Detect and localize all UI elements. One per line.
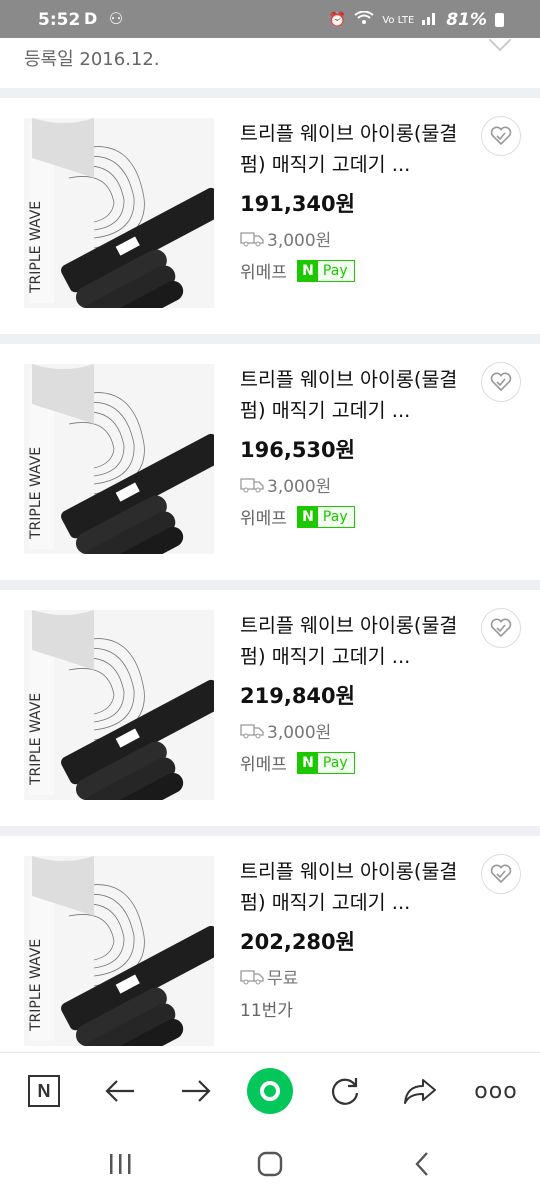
registration-row: 등록일 2016.12. xyxy=(0,28,540,90)
shipping-info: 3,000원 xyxy=(240,718,331,743)
divider xyxy=(0,88,540,98)
share-arrow-icon xyxy=(404,1079,436,1104)
wishlist-button[interactable] xyxy=(481,854,521,894)
npay-n-logo: N xyxy=(297,260,318,281)
heart-icon xyxy=(490,372,512,392)
heart-icon xyxy=(490,126,512,146)
product-price: 191,340원 xyxy=(240,192,355,216)
product-title[interactable]: 트리플 웨이브 아이롱(물결펌) 매직기 고데기 ... xyxy=(240,364,475,426)
shipping-fee: 무료 xyxy=(267,969,299,989)
store-name: 11번가 xyxy=(240,1001,293,1021)
product-thumbnail[interactable]: TRIPLE WAVE xyxy=(24,610,214,800)
home-icon xyxy=(257,1151,283,1177)
product-card[interactable]: TRIPLE WAVE 트리플 웨이브 아이롱(물결펌) 매직기 고데기 ...… xyxy=(0,590,540,826)
product-title[interactable]: 트리플 웨이브 아이롱(물결펌) 매직기 고데기 ... xyxy=(240,118,475,180)
wishlist-button[interactable] xyxy=(481,608,521,648)
npay-n-logo: N xyxy=(297,752,318,773)
product-title[interactable]: 트리플 웨이브 아이롱(물결펌) 매직기 고데기 ... xyxy=(240,856,475,918)
shipping-fee: 3,000원 xyxy=(267,723,332,743)
product-price: 202,280원 xyxy=(240,930,355,954)
share-button[interactable] xyxy=(400,1071,440,1111)
svg-text:TRIPLE WAVE: TRIPLE WAVE xyxy=(28,447,44,540)
shipping-fee: 3,000원 xyxy=(267,477,332,497)
product-thumbnail[interactable]: TRIPLE WAVE xyxy=(24,364,214,554)
store-name: 위메프 xyxy=(240,509,287,529)
npay-label: Pay xyxy=(322,262,348,279)
chevron-left-icon xyxy=(415,1152,428,1176)
back-button[interactable] xyxy=(100,1071,140,1111)
refresh-button[interactable] xyxy=(325,1071,365,1111)
store-info: 위메프 N Pay xyxy=(240,504,355,529)
battery-icon xyxy=(495,13,504,27)
green-dot-button[interactable] xyxy=(247,1068,293,1114)
browser-toolbar: N ooo xyxy=(0,1052,540,1128)
store-info: 위메프 N Pay xyxy=(240,258,355,283)
network-label: Vo LTE xyxy=(382,14,415,26)
divider xyxy=(0,580,540,590)
product-title[interactable]: 트리플 웨이브 아이롱(물결펌) 매직기 고데기 ... xyxy=(240,610,475,672)
svg-text:TRIPLE WAVE: TRIPLE WAVE xyxy=(28,693,44,786)
recent-apps-icon xyxy=(110,1154,131,1174)
store-name: 위메프 xyxy=(240,263,287,283)
status-bar: 5:52 D ⚇ ⏰ Vo LTE 81% xyxy=(0,0,540,38)
store-info: 11번가 xyxy=(240,996,293,1021)
shipping-fee: 3,000원 xyxy=(267,231,332,251)
npay-badge: N Pay xyxy=(296,751,355,774)
wishlist-button[interactable] xyxy=(481,116,521,156)
arrow-left-icon xyxy=(105,1080,134,1102)
npay-n-logo: N xyxy=(297,506,318,527)
shipping-info: 3,000원 xyxy=(240,226,331,251)
arrow-right-icon xyxy=(182,1080,211,1102)
svg-text:TRIPLE WAVE: TRIPLE WAVE xyxy=(28,939,44,1032)
naver-home-button[interactable]: N xyxy=(24,1071,64,1111)
shipping-info: 무료 xyxy=(240,964,298,989)
divider xyxy=(0,334,540,344)
product-price: 196,530원 xyxy=(240,438,355,462)
product-thumbnail[interactable]: TRIPLE WAVE xyxy=(24,856,214,1046)
alarm-icon: ⏰ xyxy=(328,12,347,28)
registration-date: 등록일 2016.12. xyxy=(24,49,160,70)
home-button[interactable] xyxy=(250,1146,290,1182)
shipping-info: 3,000원 xyxy=(240,472,331,497)
system-icons: ⏰ Vo LTE 81% xyxy=(329,10,504,30)
product-card[interactable]: TRIPLE WAVE 트리플 웨이브 아이롱(물결펌) 매직기 고데기 ...… xyxy=(0,836,540,1072)
forward-button[interactable] xyxy=(176,1071,216,1111)
npay-badge: N Pay xyxy=(296,505,355,528)
wishlist-button[interactable] xyxy=(481,362,521,402)
refresh-icon xyxy=(331,1078,359,1105)
npay-badge: N Pay xyxy=(296,259,355,282)
system-back-button[interactable] xyxy=(402,1146,442,1182)
recent-apps-button[interactable] xyxy=(100,1146,140,1182)
npay-label: Pay xyxy=(322,754,348,771)
heart-icon xyxy=(490,864,512,884)
heart-icon xyxy=(490,618,512,638)
divider xyxy=(0,826,540,836)
signal-icon xyxy=(422,11,438,29)
store-info: 위메프 N Pay xyxy=(240,750,355,775)
wifi-icon xyxy=(354,10,374,29)
product-card[interactable]: TRIPLE WAVE 트리플 웨이브 아이롱(물결펌) 매직기 고데기 ...… xyxy=(0,98,540,334)
notification-icons: D ⚇ xyxy=(84,9,127,28)
product-price: 219,840원 xyxy=(240,684,355,708)
status-time: 5:52 xyxy=(38,10,81,30)
product-card[interactable]: TRIPLE WAVE 트리플 웨이브 아이롱(물결펌) 매직기 고데기 ...… xyxy=(0,344,540,580)
truck-icon xyxy=(240,231,264,246)
system-nav-bar xyxy=(0,1128,540,1200)
store-name: 위메프 xyxy=(240,755,287,775)
naver-logo-icon: N xyxy=(28,1075,60,1107)
battery-percent: 81% xyxy=(446,10,487,30)
product-thumbnail[interactable]: TRIPLE WAVE xyxy=(24,118,214,308)
truck-icon xyxy=(240,723,264,738)
npay-label: Pay xyxy=(322,508,348,525)
more-menu-icon[interactable]: ooo xyxy=(474,1071,518,1111)
green-dot-icon xyxy=(247,1068,293,1114)
truck-icon xyxy=(240,477,264,492)
truck-icon xyxy=(240,969,264,984)
svg-text:TRIPLE WAVE: TRIPLE WAVE xyxy=(28,201,44,294)
